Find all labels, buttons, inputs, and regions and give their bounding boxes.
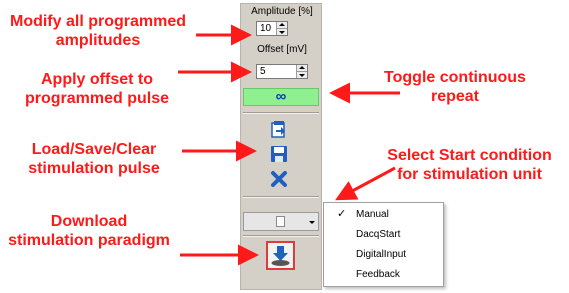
offset-value: 5	[260, 66, 266, 77]
annotation-text: programmed pulse	[24, 90, 170, 107]
offset-spin-buttons[interactable]	[296, 65, 307, 78]
annotation-text: stimulation pulse	[28, 160, 160, 177]
menu-item-dacqstart[interactable]: DacqStart	[324, 225, 443, 244]
annotation-text: for stimulation unit	[397, 166, 542, 183]
clear-icon	[271, 171, 287, 187]
chevron-down-icon[interactable]	[309, 221, 315, 224]
start-condition-select[interactable]	[243, 212, 319, 231]
menu-item-label: Feedback	[356, 269, 400, 280]
checkmark-icon: ✓	[337, 208, 347, 220]
annotation-download: Download stimulation paradigm	[4, 212, 174, 250]
menu-item-label: Manual	[356, 209, 389, 220]
annotation-toggle-repeat: Toggle continuous repeat	[360, 68, 550, 106]
offset-spinbox[interactable]: 5	[256, 64, 308, 79]
annotation-text: Modify all programmed	[9, 13, 187, 30]
continuous-repeat-toggle[interactable]: ∞	[243, 88, 319, 106]
menu-item-manual[interactable]: ✓ Manual	[324, 205, 443, 224]
menu-item-digitalinput[interactable]: DigitalInput	[324, 245, 443, 264]
amplitude-label: Amplitude [%]	[251, 6, 313, 17]
annotation-load-save-clear: Load/Save/Clear stimulation pulse	[14, 140, 174, 178]
separator	[243, 235, 319, 237]
spin-down-icon[interactable]	[299, 74, 305, 77]
menu-item-feedback[interactable]: Feedback	[324, 265, 443, 284]
annotation-start-condition: Select Start condition for stimulation u…	[372, 146, 567, 184]
separator	[243, 112, 319, 114]
download-icon	[271, 246, 290, 266]
annotation-apply-offset: Apply offset to programmed pulse	[22, 70, 172, 108]
load-icon	[271, 121, 285, 138]
spin-up-icon[interactable]	[299, 66, 305, 69]
annotation-text: Apply offset to	[41, 71, 153, 88]
separator	[243, 196, 319, 198]
spin-down-icon[interactable]	[279, 31, 285, 34]
document-icon	[276, 216, 285, 227]
annotation-text: repeat	[430, 88, 480, 105]
spin-up-icon[interactable]	[279, 23, 285, 26]
annotation-text: amplitudes	[55, 32, 141, 49]
menu-item-label: DacqStart	[356, 229, 401, 240]
save-icon	[271, 146, 287, 162]
stimulation-tool-panel: Amplitude [%] 10 Offset [mV] 5 ∞	[240, 3, 322, 290]
annotation-text: stimulation paradigm	[8, 232, 170, 249]
amplitude-value: 10	[260, 23, 272, 34]
clear-pulse-button[interactable]	[270, 170, 288, 188]
annotation-modify-amplitudes: Modify all programmed amplitudes	[3, 12, 193, 50]
start-condition-menu: ✓ Manual DacqStart DigitalInput Feedback	[323, 202, 444, 287]
infinity-icon: ∞	[275, 88, 287, 105]
annotation-text: Toggle continuous	[384, 69, 526, 86]
amplitude-spinbox[interactable]: 10	[256, 21, 288, 36]
annotation-text: Select Start condition	[387, 147, 552, 164]
offset-label: Offset [mV]	[257, 44, 307, 55]
annotation-text: Download	[50, 213, 128, 230]
annotation-text: Load/Save/Clear	[31, 141, 157, 158]
menu-item-label: DigitalInput	[356, 249, 407, 260]
amplitude-spin-buttons[interactable]	[276, 22, 287, 35]
save-pulse-button[interactable]	[270, 145, 288, 163]
load-pulse-button[interactable]	[270, 120, 288, 138]
download-paradigm-button[interactable]	[266, 241, 295, 270]
